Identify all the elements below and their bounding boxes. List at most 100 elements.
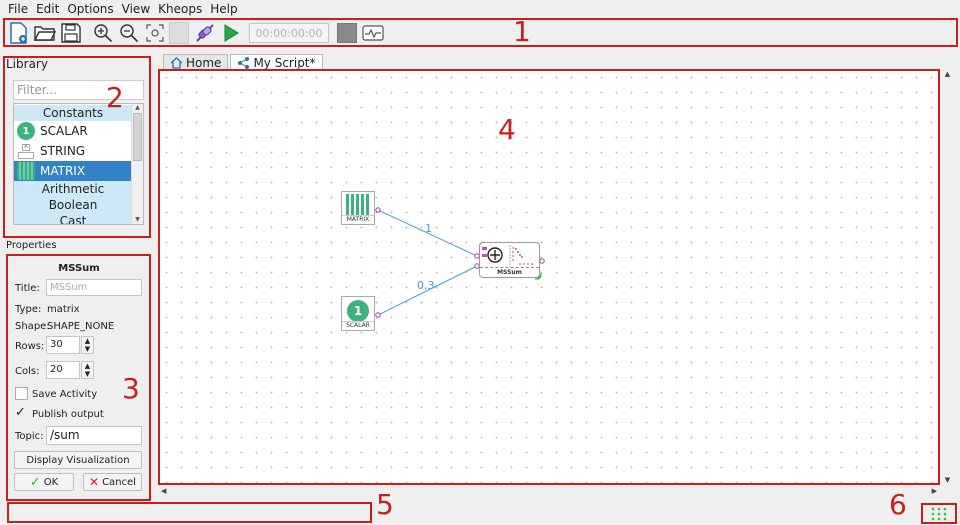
grid-toggle-icon[interactable]	[169, 22, 189, 44]
play-icon[interactable]	[219, 21, 243, 45]
shape-value: SHAPE_NONE	[47, 321, 115, 332]
publish-signal-icon	[534, 272, 542, 280]
ok-button[interactable]: ✓ OK	[14, 473, 74, 491]
topic-label: Topic:	[15, 431, 44, 442]
scroll-left-arrow-icon[interactable]: ◀	[161, 487, 166, 495]
status-bar	[8, 503, 371, 523]
library-item-matrix[interactable]: MATRIX	[14, 161, 132, 181]
zoom-out-icon[interactable]	[117, 21, 141, 45]
library-category-cast[interactable]: Cast	[14, 213, 132, 224]
rows-label: Rows:	[15, 341, 45, 352]
library-item-scalar[interactable]: 1 SCALAR	[14, 121, 132, 141]
sum-icon	[482, 245, 533, 267]
matrix-icon	[17, 162, 35, 180]
save-icon[interactable]	[59, 21, 83, 45]
topic-input[interactable]: /sum	[46, 426, 142, 445]
link-weight-label: 1	[425, 222, 432, 235]
scroll-down-arrow-icon[interactable]: ▼	[941, 476, 954, 484]
connect-icon[interactable]	[193, 21, 217, 45]
link-weight-label: 0,3	[417, 279, 435, 292]
cancel-button[interactable]: ✕ Cancel	[83, 473, 142, 491]
cols-input[interactable]: 20	[46, 361, 80, 379]
rows-stepper[interactable]: ▲ ▼	[81, 336, 94, 354]
cancel-label: Cancel	[102, 476, 136, 488]
activity-icon[interactable]	[361, 21, 385, 45]
annotation-number-5: 5	[376, 488, 394, 521]
annotation-number-4: 4	[498, 113, 516, 146]
mssum-node[interactable]: MSSum	[479, 242, 542, 280]
title-label: Title:	[15, 283, 40, 294]
node-label: MATRIX	[342, 215, 374, 223]
links-layer	[375, 207, 545, 318]
scalar-icon: 1	[347, 300, 369, 322]
cols-label: Cols:	[15, 366, 40, 377]
close-icon: ✕	[89, 475, 100, 489]
library-item-label: STRING	[40, 144, 86, 158]
tab-label: Home	[186, 55, 222, 70]
annotation-number-6: 6	[889, 488, 907, 521]
node-label: SCALAR	[342, 321, 374, 329]
menu-help[interactable]: Help	[206, 0, 241, 18]
activity-indicator-icon[interactable]	[925, 505, 953, 521]
scalar-node[interactable]: 1 SCALAR	[341, 296, 375, 331]
annotation-number-2: 2	[106, 81, 124, 114]
tab-bar: Home My Script*	[163, 54, 325, 70]
library-category-boolean[interactable]: Boolean	[14, 197, 132, 213]
string-icon: A	[17, 142, 35, 160]
library-item-string[interactable]: A STRING	[14, 141, 132, 161]
scalar-icon: 1	[17, 122, 35, 140]
share-icon	[238, 56, 250, 69]
properties-title: Properties	[6, 240, 57, 251]
menu-file[interactable]: File	[4, 0, 32, 18]
library-category-arithmetic[interactable]: Arithmetic	[14, 181, 132, 197]
type-value: matrix	[47, 304, 80, 315]
matrix-node[interactable]: MATRIX	[341, 191, 375, 225]
scroll-up-arrow-icon[interactable]: ▲	[941, 70, 954, 78]
library-title: Library	[6, 57, 48, 71]
matrix-output-port	[375, 207, 381, 213]
display-visualization-button[interactable]: Display Visualization	[14, 451, 142, 469]
publish-output-checkbox[interactable]: ✓	[15, 405, 26, 420]
annotation-number-1: 1	[513, 15, 531, 48]
toolbar: 00:00:00:00	[3, 19, 957, 47]
tab-label: My Script*	[253, 55, 316, 70]
tab-my-script[interactable]: My Script*	[230, 54, 323, 70]
home-icon	[170, 56, 183, 69]
menu-edit[interactable]: Edit	[32, 0, 63, 18]
node-divider	[480, 267, 539, 268]
save-activity-checkbox[interactable]	[15, 387, 28, 400]
script-canvas[interactable]: 1 0,3 MATRIX 1 SCALAR MSSum	[159, 70, 939, 484]
stop-icon[interactable]	[337, 23, 357, 43]
open-folder-icon[interactable]	[33, 21, 57, 45]
library-item-label: SCALAR	[40, 124, 88, 138]
scalar-output-port	[375, 312, 381, 318]
node-label: MSSum	[497, 269, 522, 276]
library-scrollbar[interactable]: ▲ ▼	[131, 104, 143, 224]
canvas-horizontal-scrollbar[interactable]: ◀ ▶	[159, 487, 939, 499]
annotation-number-3: 3	[122, 372, 140, 405]
timer-display: 00:00:00:00	[249, 23, 329, 43]
menu-kheops[interactable]: Kheops	[154, 0, 206, 18]
ok-label: OK	[43, 476, 59, 488]
publish-output-label: Publish output	[32, 409, 104, 420]
menu-view[interactable]: View	[118, 0, 154, 18]
type-label: Type:	[15, 304, 42, 315]
zoom-in-icon[interactable]	[91, 21, 115, 45]
library-item-label: MATRIX	[40, 164, 86, 178]
new-file-icon[interactable]	[7, 21, 31, 45]
library-list: Constants 1 SCALAR A STRING MATRIX Arith…	[13, 103, 144, 225]
zoom-fit-icon[interactable]	[143, 21, 167, 45]
menu-options[interactable]: Options	[63, 0, 117, 18]
rows-input[interactable]: 30	[46, 336, 80, 354]
scroll-right-arrow-icon[interactable]: ▶	[932, 487, 937, 495]
shape-label: Shape:	[15, 321, 50, 332]
library-filter-input[interactable]: Filter...	[13, 80, 144, 100]
check-icon: ✓	[29, 474, 41, 490]
cols-stepper[interactable]: ▲ ▼	[81, 361, 94, 379]
canvas-vertical-scrollbar[interactable]: ▲ ▼	[941, 70, 954, 484]
tab-home[interactable]: Home	[163, 54, 229, 70]
matrix-icon	[346, 194, 370, 215]
menu-bar: File Edit Options View Kheops Help	[0, 0, 960, 18]
save-activity-label: Save Activity	[32, 389, 98, 400]
title-input[interactable]: MSSum	[46, 279, 142, 296]
